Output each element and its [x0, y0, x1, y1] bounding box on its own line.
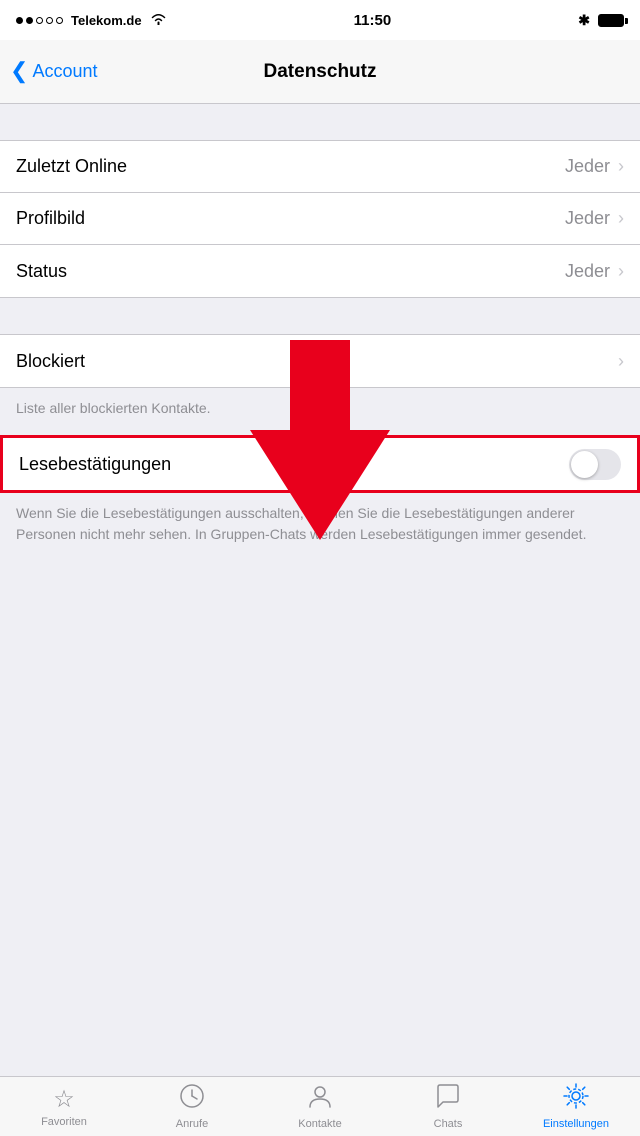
zuletzt-online-value-container: Jeder › — [565, 156, 624, 177]
blockiert-value-container: › — [618, 351, 624, 372]
toggle-knob — [571, 451, 598, 478]
chevron-right-icon-3: › — [618, 261, 624, 282]
person-icon — [307, 1083, 333, 1116]
profilbild-value-container: Jeder › — [565, 208, 624, 229]
chevron-right-icon: › — [618, 156, 624, 177]
status-row[interactable]: Status Jeder › — [0, 245, 640, 297]
lesebestatigungen-toggle[interactable] — [569, 449, 621, 480]
settings-icon — [563, 1083, 589, 1116]
status-bar: Telekom.de 11:50 ✱ — [0, 0, 640, 40]
chat-icon — [435, 1083, 461, 1116]
dot-5 — [56, 17, 63, 24]
status-value-container: Jeder › — [565, 261, 624, 282]
signal-dots — [16, 17, 63, 24]
zuletzt-online-value: Jeder — [565, 156, 610, 177]
bluetooth-icon: ✱ — [578, 12, 590, 29]
chevron-right-icon-2: › — [618, 208, 624, 229]
back-chevron-icon: ❮ — [10, 60, 28, 82]
tab-anrufe-label: Anrufe — [176, 1118, 208, 1130]
blockiert-label: Blockiert — [16, 351, 85, 372]
status-value: Jeder — [565, 261, 610, 282]
content-area: Zuletzt Online Jeder › Profilbild Jeder … — [0, 104, 640, 621]
nav-bar: ❮ Account Datenschutz — [0, 40, 640, 104]
battery-icon — [598, 14, 624, 27]
read-receipts-section-wrapper: Lesebestätigungen — [0, 435, 640, 493]
tab-favoriten-label: Favoriten — [41, 1116, 87, 1128]
zuletzt-online-row[interactable]: Zuletzt Online Jeder › — [0, 141, 640, 193]
star-icon: ☆ — [53, 1085, 75, 1114]
status-bar-left: Telekom.de — [16, 12, 167, 28]
carrier-label: Telekom.de — [71, 13, 142, 28]
blocked-section: Blockiert › — [0, 334, 640, 388]
profilbild-value: Jeder — [565, 208, 610, 229]
dot-1 — [16, 17, 23, 24]
tab-favoriten[interactable]: ☆ Favoriten — [0, 1085, 128, 1128]
tab-chats[interactable]: Chats — [384, 1083, 512, 1130]
dot-2 — [26, 17, 33, 24]
read-receipts-section: Lesebestätigungen — [0, 435, 640, 493]
status-label: Status — [16, 261, 67, 282]
zuletzt-online-label: Zuletzt Online — [16, 156, 127, 177]
blockiert-row[interactable]: Blockiert › — [0, 335, 640, 387]
lesebestatigungen-row[interactable]: Lesebestätigungen — [3, 438, 637, 490]
status-bar-right: ✱ — [578, 12, 624, 29]
lesebestatigungen-footer: Wenn Sie die Lesebestätigungen ausschalt… — [0, 493, 640, 561]
blockiert-footer: Liste aller blockierten Kontakte. — [0, 388, 640, 435]
tab-anrufe[interactable]: Anrufe — [128, 1083, 256, 1130]
section-spacer-1 — [0, 104, 640, 140]
tab-kontakte[interactable]: Kontakte — [256, 1083, 384, 1130]
clock-icon — [179, 1083, 205, 1116]
status-time: 11:50 — [354, 12, 392, 29]
tab-einstellungen[interactable]: Einstellungen — [512, 1083, 640, 1130]
tab-kontakte-label: Kontakte — [298, 1118, 341, 1130]
section-spacer-2 — [0, 298, 640, 334]
chevron-right-icon-4: › — [618, 351, 624, 372]
lesebestatigungen-label: Lesebestätigungen — [19, 454, 171, 475]
tab-einstellungen-label: Einstellungen — [543, 1118, 609, 1130]
profilbild-row[interactable]: Profilbild Jeder › — [0, 193, 640, 245]
page-title: Datenschutz — [264, 61, 377, 83]
dot-3 — [36, 17, 43, 24]
profilbild-label: Profilbild — [16, 208, 85, 229]
wifi-icon — [150, 12, 167, 28]
visibility-section: Zuletzt Online Jeder › Profilbild Jeder … — [0, 140, 640, 298]
dot-4 — [46, 17, 53, 24]
tab-bar: ☆ Favoriten Anrufe Kontakte Chats — [0, 1076, 640, 1136]
back-button[interactable]: ❮ Account — [10, 61, 97, 82]
battery-fill — [599, 15, 623, 26]
tab-chats-label: Chats — [434, 1118, 463, 1130]
back-label: Account — [32, 61, 97, 82]
